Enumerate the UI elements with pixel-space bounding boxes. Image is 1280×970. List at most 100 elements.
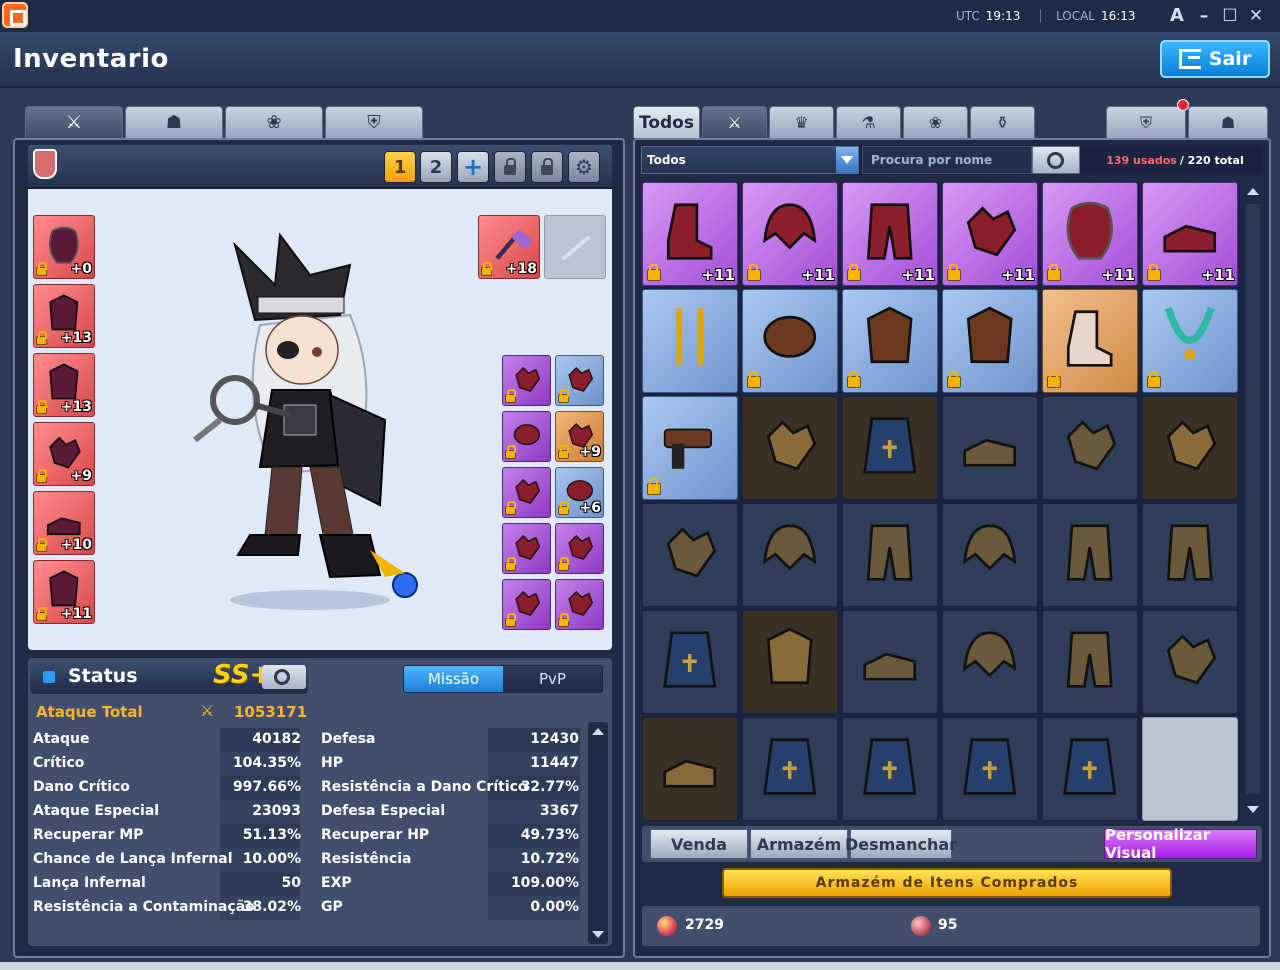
scroll-up-icon[interactable] — [1247, 188, 1259, 195]
close-icon[interactable]: ✕ — [1244, 4, 1268, 28]
inventory-item[interactable] — [742, 396, 838, 500]
add-preset-button[interactable]: + — [457, 151, 489, 183]
mode-mission-button[interactable]: Missão — [404, 666, 503, 692]
inventory-item[interactable]: +11 — [1042, 182, 1138, 286]
inventory-item[interactable] — [642, 610, 738, 714]
equipment-slot[interactable]: +13 — [33, 284, 95, 348]
tab-weapons[interactable]: ⚔ — [25, 106, 123, 138]
locked-preset-button[interactable] — [494, 151, 526, 183]
inventory-item[interactable] — [842, 503, 938, 607]
inventory-item[interactable]: +11 — [842, 182, 938, 286]
tab-all[interactable]: Todos — [633, 106, 700, 138]
font-size-button[interactable]: A — [1165, 4, 1189, 28]
inventory-item[interactable]: +11 — [742, 182, 838, 286]
inventory-item[interactable] — [742, 503, 838, 607]
inventory-item[interactable] — [642, 289, 738, 393]
inventory-item[interactable] — [1142, 396, 1238, 500]
accessory-slot[interactable] — [502, 579, 551, 630]
inventory-item[interactable]: +11 — [1142, 182, 1238, 286]
inventory-item[interactable] — [842, 396, 938, 500]
inventory-item[interactable] — [842, 289, 938, 393]
stat-label: Ataque — [33, 731, 90, 747]
accessory-slot[interactable] — [555, 355, 604, 406]
inventory-item[interactable] — [642, 396, 738, 500]
inventory-item[interactable] — [1042, 289, 1138, 393]
tab-pet[interactable]: ❀ — [903, 106, 968, 138]
tab-shield[interactable]: ⛨ — [1106, 106, 1186, 138]
equipment-slot[interactable]: +10 — [33, 491, 95, 555]
inventory-item[interactable] — [742, 717, 838, 821]
inventory-item[interactable] — [1042, 396, 1138, 500]
dismantle-button[interactable]: Desmanchar — [845, 829, 957, 859]
search-input[interactable] — [862, 146, 1032, 174]
inventory-item[interactable] — [942, 610, 1038, 714]
mode-toggle: Missão PvP — [403, 665, 603, 693]
empty-slot[interactable] — [1142, 717, 1238, 821]
customize-visual-button[interactable]: Personalizar Visual — [1104, 826, 1257, 862]
tab-material[interactable]: ⚱ — [970, 106, 1035, 138]
preset-2-button[interactable]: 2 — [420, 151, 452, 183]
sell-button[interactable]: Venda — [650, 829, 748, 859]
tab-costume[interactable]: ☗ — [125, 106, 223, 138]
tab-pet[interactable]: ❀ — [225, 106, 323, 138]
inventory-item[interactable] — [1042, 717, 1138, 821]
equipment-slot[interactable]: +11 — [33, 560, 95, 624]
inventory-item[interactable] — [742, 289, 838, 393]
equipment-slot[interactable]: +13 — [33, 353, 95, 417]
mode-pvp-button[interactable]: PvP — [503, 666, 602, 692]
inventory-item[interactable]: +11 — [642, 182, 738, 286]
tab-accessory[interactable]: ♛ — [769, 106, 834, 138]
secondary-weapon-slot[interactable] — [544, 215, 606, 279]
stat-row: Ataque 40182 — [30, 728, 305, 752]
status-collapse-icon[interactable] — [43, 671, 55, 683]
scroll-down-icon[interactable] — [1247, 806, 1259, 813]
inventory-item[interactable] — [842, 717, 938, 821]
inventory-item[interactable] — [942, 396, 1038, 500]
tab-shield[interactable]: ⛨ — [325, 106, 423, 138]
scroll-thumb[interactable] — [1246, 204, 1260, 794]
inventory-item[interactable] — [1042, 610, 1138, 714]
minimize-icon[interactable]: – — [1192, 4, 1216, 28]
inventory-item[interactable] — [842, 610, 938, 714]
category-select[interactable]: Todos — [641, 146, 859, 174]
inventory-item[interactable] — [1142, 610, 1238, 714]
equipment-slot[interactable]: +9 — [33, 422, 95, 486]
stats-scrollbar[interactable] — [588, 722, 608, 944]
accessory-slot[interactable] — [555, 579, 604, 630]
search-icon[interactable] — [1032, 146, 1080, 174]
scroll-up-icon[interactable] — [592, 728, 604, 735]
inventory-item[interactable] — [642, 717, 738, 821]
preset-1-button[interactable]: 1 — [384, 151, 416, 183]
inventory-item[interactable] — [942, 503, 1038, 607]
chevron-down-icon[interactable] — [836, 147, 858, 173]
inventory-item[interactable] — [1042, 503, 1138, 607]
inventory-item[interactable] — [742, 610, 838, 714]
accessory-slot[interactable] — [502, 523, 551, 574]
accessory-slot[interactable]: +6 — [555, 467, 604, 518]
accessory-slot[interactable] — [502, 467, 551, 518]
scroll-down-icon[interactable] — [592, 931, 604, 938]
inventory-item[interactable] — [1142, 289, 1238, 393]
accessory-slot[interactable] — [502, 355, 551, 406]
inventory-item[interactable] — [1142, 503, 1238, 607]
inventory-scrollbar[interactable] — [1243, 182, 1263, 819]
equipment-slot[interactable]: +0 — [33, 215, 95, 279]
inventory-item[interactable] — [942, 717, 1038, 821]
maximize-icon[interactable]: ☐ — [1218, 4, 1242, 28]
tab-consumable[interactable]: ⚗ — [836, 106, 901, 138]
tab-equipment[interactable]: ⚔ — [702, 106, 767, 138]
status-search-icon[interactable] — [262, 665, 306, 689]
settings-button[interactable]: ⚙ — [568, 151, 600, 183]
inventory-item[interactable] — [942, 289, 1038, 393]
locked-preset-button[interactable] — [531, 151, 563, 183]
storage-button[interactable]: Armazém — [750, 829, 848, 859]
tab-costume[interactable]: ☗ — [1188, 106, 1268, 138]
purchased-items-storage-button[interactable]: Armazém de Itens Comprados — [722, 868, 1172, 898]
weapon-slot[interactable]: +18 — [478, 215, 540, 279]
accessory-slot[interactable] — [502, 411, 551, 462]
accessory-slot[interactable] — [555, 523, 604, 574]
inventory-item[interactable] — [642, 503, 738, 607]
inventory-item[interactable]: +11 — [942, 182, 1038, 286]
accessory-slot[interactable]: +9 — [555, 411, 604, 462]
exit-button[interactable]: Sair — [1160, 40, 1270, 78]
